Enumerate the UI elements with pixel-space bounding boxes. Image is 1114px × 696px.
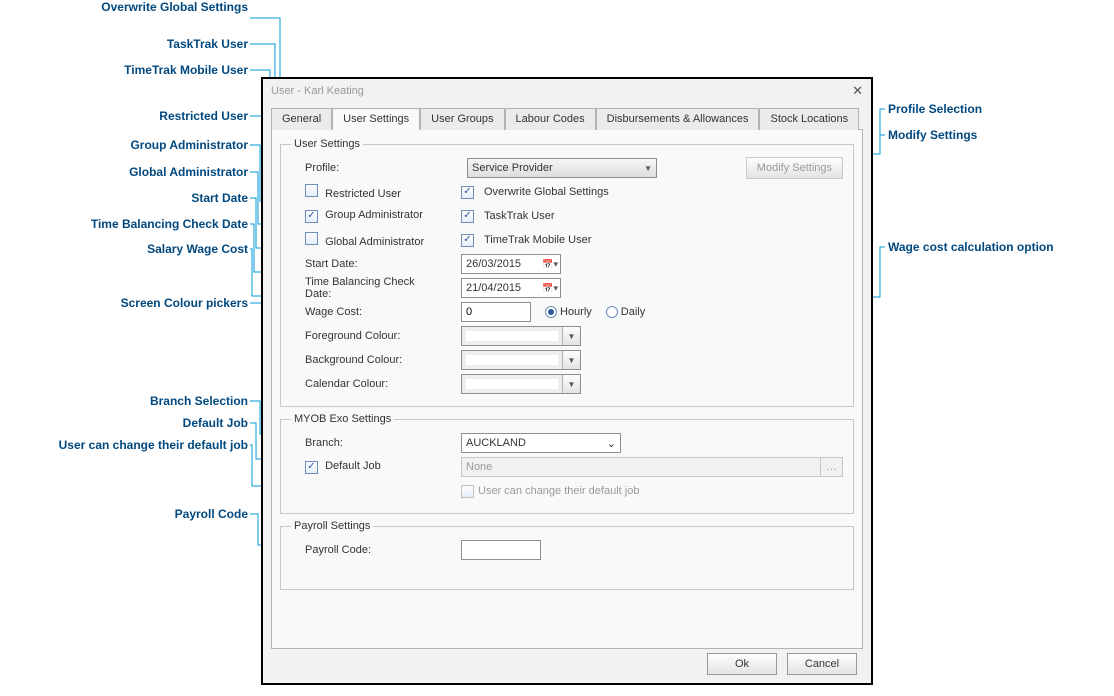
callout-tasktrak-user: TaskTrak User bbox=[0, 37, 248, 51]
wage-cost-label: Wage Cost: bbox=[291, 306, 431, 318]
callout-time-balancing: Time Balancing Check Date bbox=[0, 217, 248, 231]
exo-legend: MYOB Exo Settings bbox=[291, 413, 394, 425]
callout-wage-cost-option: Wage cost calculation option bbox=[888, 240, 1054, 254]
group-admin-label: Group Administrator bbox=[325, 209, 423, 221]
start-date-label: Start Date: bbox=[291, 258, 431, 270]
bg-colour-label: Background Colour: bbox=[291, 354, 431, 366]
user-settings-legend: User Settings bbox=[291, 138, 363, 150]
chevron-down-icon: ⌄ bbox=[607, 437, 616, 450]
default-job-label: Default Job bbox=[325, 460, 381, 472]
dialog-footer: Ok Cancel bbox=[707, 653, 857, 675]
callout-overwrite-global: Overwrite Global Settings bbox=[0, 0, 248, 14]
callout-user-can-change: User can change their default job bbox=[0, 438, 248, 452]
tab-stock-locations[interactable]: Stock Locations bbox=[759, 108, 859, 130]
exo-settings-group: MYOB Exo Settings Branch: AUCKLAND ⌄ Def… bbox=[280, 413, 854, 514]
tab-user-settings[interactable]: User Settings bbox=[332, 108, 420, 130]
global-admin-checkbox[interactable] bbox=[305, 232, 318, 245]
start-date-value: 26/03/2015 bbox=[466, 258, 521, 270]
timetrak-mobile-checkbox[interactable] bbox=[461, 234, 474, 247]
chevron-down-icon: ▼ bbox=[568, 356, 576, 365]
overwrite-global-label: Overwrite Global Settings bbox=[484, 186, 609, 198]
time-bal-value: 21/04/2015 bbox=[466, 282, 521, 294]
tab-general[interactable]: General bbox=[271, 108, 332, 130]
window-title: User - Karl Keating bbox=[271, 85, 364, 97]
tasktrak-label: TaskTrak User bbox=[484, 210, 555, 222]
branch-value: AUCKLAND bbox=[466, 437, 526, 449]
wage-daily-radio[interactable] bbox=[606, 306, 618, 318]
tab-user-groups[interactable]: User Groups bbox=[420, 108, 504, 130]
payroll-settings-group: Payroll Settings Payroll Code: bbox=[280, 520, 854, 590]
wage-hourly-radio[interactable] bbox=[545, 306, 557, 318]
branch-select[interactable]: AUCKLAND ⌄ bbox=[461, 433, 621, 453]
ok-button[interactable]: Ok bbox=[707, 653, 777, 675]
callout-group-admin: Group Administrator bbox=[0, 138, 248, 152]
callout-salary-wage-cost: Salary Wage Cost bbox=[0, 242, 248, 256]
titlebar: User - Karl Keating ✕ bbox=[263, 79, 871, 103]
callout-restricted-user: Restricted User bbox=[0, 109, 248, 123]
payroll-legend: Payroll Settings bbox=[291, 520, 373, 532]
calendar-icon: 📅▾ bbox=[542, 283, 558, 294]
callout-start-date: Start Date bbox=[0, 191, 248, 205]
payroll-code-input[interactable] bbox=[461, 540, 541, 560]
overwrite-global-checkbox[interactable] bbox=[461, 186, 474, 199]
callout-branch-selection: Branch Selection bbox=[0, 394, 248, 408]
profile-value: Service Provider bbox=[472, 162, 553, 174]
user-dialog: User - Karl Keating ✕ General User Setti… bbox=[261, 77, 873, 685]
callout-payroll-code: Payroll Code bbox=[0, 507, 248, 521]
branch-label: Branch: bbox=[291, 437, 431, 449]
default-job-input[interactable]: None bbox=[461, 457, 821, 477]
tabs: General User Settings User Groups Labour… bbox=[271, 107, 863, 129]
modify-settings-button[interactable]: Modify Settings bbox=[746, 157, 843, 179]
wage-cost-input[interactable] bbox=[461, 302, 531, 322]
callout-global-admin: Global Administrator bbox=[0, 165, 248, 179]
time-bal-label: Time Balancing Check Date: bbox=[291, 276, 431, 300]
group-admin-checkbox[interactable] bbox=[305, 210, 318, 223]
user-can-change-checkbox[interactable] bbox=[461, 485, 474, 498]
tasktrak-checkbox[interactable] bbox=[461, 210, 474, 223]
profile-combo[interactable]: Service Provider ▼ bbox=[467, 158, 657, 178]
timetrak-mobile-label: TimeTrak Mobile User bbox=[484, 234, 591, 246]
tab-labour-codes[interactable]: Labour Codes bbox=[505, 108, 596, 130]
start-date-input[interactable]: 26/03/2015 📅▾ bbox=[461, 254, 561, 274]
user-settings-group: User Settings Profile: Service Provider … bbox=[280, 138, 854, 407]
cal-colour-picker[interactable]: ▼ bbox=[461, 374, 581, 394]
bg-colour-picker[interactable]: ▼ bbox=[461, 350, 581, 370]
chevron-down-icon: ▼ bbox=[568, 380, 576, 389]
global-admin-label: Global Administrator bbox=[325, 236, 424, 248]
callout-default-job: Default Job bbox=[0, 416, 248, 430]
payroll-code-label: Payroll Code: bbox=[291, 544, 431, 556]
wage-daily-label: Daily bbox=[621, 306, 645, 318]
fg-colour-picker[interactable]: ▼ bbox=[461, 326, 581, 346]
wage-hourly-label: Hourly bbox=[560, 306, 592, 318]
callout-profile-selection: Profile Selection bbox=[888, 102, 982, 116]
profile-label: Profile: bbox=[291, 162, 431, 174]
default-job-browse[interactable]: … bbox=[821, 457, 843, 477]
restricted-user-checkbox[interactable] bbox=[305, 184, 318, 197]
cancel-button[interactable]: Cancel bbox=[787, 653, 857, 675]
restricted-user-label: Restricted User bbox=[325, 188, 401, 200]
calendar-icon: 📅▾ bbox=[542, 259, 558, 270]
time-bal-input[interactable]: 21/04/2015 📅▾ bbox=[461, 278, 561, 298]
fg-colour-label: Foreground Colour: bbox=[291, 330, 431, 342]
close-icon[interactable]: ✕ bbox=[852, 83, 863, 99]
callout-timetrak-mobile: TimeTrak Mobile User bbox=[0, 63, 248, 77]
callout-modify-settings: Modify Settings bbox=[888, 128, 977, 142]
user-can-change-label: User can change their default job bbox=[478, 485, 639, 497]
chevron-down-icon: ▼ bbox=[644, 164, 652, 173]
cal-colour-label: Calendar Colour: bbox=[291, 378, 431, 390]
tab-disbursements[interactable]: Disbursements & Allowances bbox=[596, 108, 760, 130]
default-job-checkbox[interactable] bbox=[305, 461, 318, 474]
tab-body: User Settings Profile: Service Provider … bbox=[271, 129, 863, 649]
default-job-value: None bbox=[466, 461, 492, 473]
callout-screen-colour: Screen Colour pickers bbox=[0, 296, 248, 310]
chevron-down-icon: ▼ bbox=[568, 332, 576, 341]
